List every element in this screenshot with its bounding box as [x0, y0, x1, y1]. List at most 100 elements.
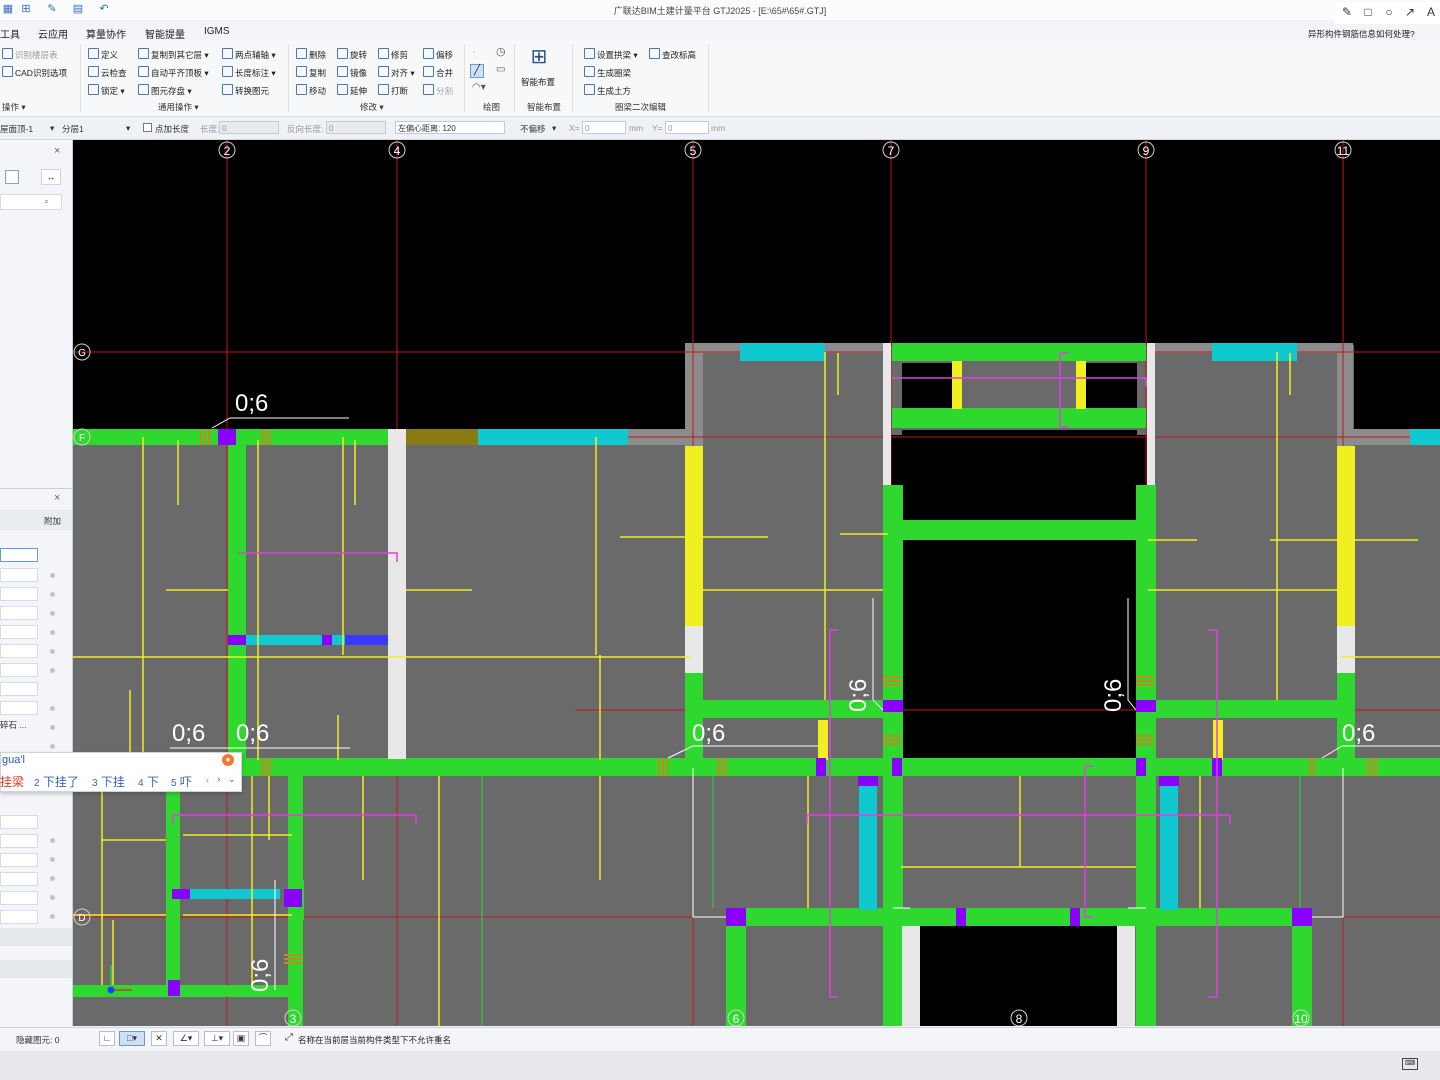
ribbon-copy-layer[interactable]: 复制到其它层 ▾: [138, 48, 209, 61]
ribbon-floor-table[interactable]: 识别楼层表: [2, 48, 58, 61]
menu-collab[interactable]: 算量协作: [86, 26, 126, 41]
ribbon-split[interactable]: 分割: [423, 84, 453, 97]
component-search-input[interactable]: [0, 194, 62, 210]
property-row[interactable]: [0, 910, 38, 924]
keyboard-icon[interactable]: ⌨: [1402, 1058, 1418, 1070]
ribbon-mirror[interactable]: 镜像: [337, 66, 367, 79]
menu-igms[interactable]: IGMS: [204, 26, 230, 37]
rectangle-icon[interactable]: □: [1361, 5, 1375, 19]
menu-smart[interactable]: 智能提量: [145, 26, 185, 41]
layer-select-arrow-icon[interactable]: ▾: [50, 123, 54, 134]
property-row[interactable]: [0, 644, 38, 658]
ime-candidate-4[interactable]: 4 下: [138, 773, 159, 790]
property-row[interactable]: [0, 701, 38, 715]
property-row[interactable]: [0, 682, 38, 696]
ribbon-convert[interactable]: 转换图元: [222, 84, 269, 97]
reverse-length-input[interactable]: 0: [326, 121, 386, 134]
property-row[interactable]: [0, 663, 38, 677]
ime-logo-icon[interactable]: ●: [222, 754, 234, 766]
help-hint[interactable]: 异形构件钢筋信息如何处理?: [1308, 28, 1415, 40]
shift-mode-select[interactable]: 不偏移: [520, 123, 546, 135]
ribbon-cloud-check[interactable]: 云检查: [88, 66, 127, 79]
text-icon[interactable]: A: [1424, 5, 1438, 19]
line-tool-icon[interactable]: ╱: [470, 64, 484, 78]
close-icon[interactable]: ×: [54, 492, 60, 504]
smart-layout-icon[interactable]: ⊞: [527, 44, 551, 70]
curve-icon[interactable]: ⌒: [255, 1031, 271, 1046]
shift-mode-arrow-icon[interactable]: ▾: [552, 123, 556, 134]
offset-input[interactable]: 左偏心距离: 120: [395, 121, 505, 134]
ribbon-break[interactable]: 打断: [378, 84, 408, 97]
ime-candidate-5[interactable]: 5 吓: [171, 773, 192, 790]
ribbon-rotate[interactable]: 旋转: [337, 48, 367, 61]
ime-expand-icon[interactable]: ⌄: [228, 774, 236, 785]
length-input[interactable]: 0: [219, 121, 279, 134]
ribbon-define[interactable]: 定义: [88, 48, 118, 61]
x-input[interactable]: 0: [582, 121, 626, 134]
close-icon[interactable]: ×: [54, 145, 60, 157]
arc-tool-icon[interactable]: ◠▾: [472, 82, 490, 94]
property-row[interactable]: [0, 625, 38, 639]
property-row[interactable]: [0, 568, 38, 582]
property-row[interactable]: [0, 834, 38, 848]
display-icon[interactable]: ▣: [233, 1031, 249, 1046]
ribbon-merge[interactable]: 合并: [423, 66, 453, 79]
property-row[interactable]: [0, 815, 38, 829]
ribbon-align[interactable]: 对齐 ▾: [378, 66, 415, 79]
panel-view-icon[interactable]: [5, 170, 19, 184]
ribbon-delete[interactable]: 删除: [296, 48, 326, 61]
ribbon-length-dim[interactable]: 长度标注 ▾: [222, 66, 276, 79]
ribbon-two-point-axis[interactable]: 两点辅轴 ▾: [222, 48, 276, 61]
point-icon[interactable]: ·: [472, 46, 484, 58]
cross-snap-icon[interactable]: ✕: [151, 1031, 167, 1046]
menu-cloud[interactable]: 云应用: [38, 26, 68, 41]
property-group-row[interactable]: [0, 960, 72, 978]
sublayer-select[interactable]: 分层1: [62, 123, 84, 135]
sublayer-select-arrow-icon[interactable]: ▾: [126, 123, 130, 134]
ribbon-cad-options[interactable]: CAD识别选项: [2, 66, 67, 79]
ribbon-separator: [572, 44, 573, 112]
ribbon-copy[interactable]: 复制: [296, 66, 326, 79]
property-row[interactable]: [0, 587, 38, 601]
drawing-canvas[interactable]: 2 4 5 7 9 11 G F D 3 6 8 10 0;6 0;6 0;6 …: [73, 140, 1440, 1026]
ribbon-offset[interactable]: 偏移: [423, 48, 453, 61]
rect-tool-icon[interactable]: ▭: [496, 64, 508, 76]
property-row[interactable]: [0, 606, 38, 620]
layer-select[interactable]: 屋面顶-1: [0, 123, 33, 135]
ime-candidate-3[interactable]: 3 下挂: [92, 773, 125, 790]
ime-page-prev-icon[interactable]: ‹: [206, 775, 209, 785]
arrow-icon[interactable]: ↗: [1403, 5, 1417, 19]
y-input[interactable]: 0: [665, 121, 709, 134]
property-group-row[interactable]: [0, 928, 72, 946]
ime-page-next-icon[interactable]: ›: [217, 774, 220, 785]
property-row[interactable]: [0, 872, 38, 886]
ribbon-extend[interactable]: 延伸: [337, 84, 367, 97]
smart-layout-button[interactable]: 智能布置: [521, 76, 555, 88]
search-icon: ⌕: [44, 196, 50, 206]
ribbon-save-elements[interactable]: 图元存盘 ▾: [138, 84, 192, 97]
ribbon-trim[interactable]: 修剪: [378, 48, 408, 61]
ortho-icon[interactable]: ∟: [99, 1031, 115, 1046]
ribbon-check-elevation[interactable]: 查改标高: [649, 48, 696, 61]
ribbon-set-arch-beam[interactable]: 设置拱梁 ▾: [584, 48, 638, 61]
ribbon-move[interactable]: 移动: [296, 84, 326, 97]
angle-icon[interactable]: ∠▾: [173, 1031, 199, 1046]
clock-icon[interactable]: ◷: [496, 46, 508, 58]
ribbon-gen-ring-beam[interactable]: 生成圈梁: [584, 66, 631, 79]
circle-icon[interactable]: ○: [1382, 5, 1396, 19]
snap-icon[interactable]: □▾: [119, 1031, 145, 1046]
pencil-icon[interactable]: ✎: [1340, 5, 1354, 19]
add-length-checkbox[interactable]: [143, 123, 152, 132]
ribbon-gen-earthwork[interactable]: 生成土方: [584, 84, 631, 97]
property-row-active[interactable]: [0, 548, 38, 562]
ime-candidate-1[interactable]: 挂梁: [0, 773, 24, 790]
panel-expand-icon[interactable]: ↔: [41, 169, 61, 185]
dim-style-icon[interactable]: ⊥▾: [204, 1031, 230, 1046]
x-label: X=: [569, 123, 580, 133]
property-row[interactable]: [0, 853, 38, 867]
menu-tools[interactable]: 工具: [0, 26, 20, 41]
ribbon-auto-align[interactable]: 自动平齐顶板 ▾: [138, 66, 209, 79]
ime-candidate-2[interactable]: 2 下挂了: [34, 773, 79, 790]
property-row[interactable]: [0, 891, 38, 905]
ribbon-lock[interactable]: 锁定 ▾: [88, 84, 125, 97]
